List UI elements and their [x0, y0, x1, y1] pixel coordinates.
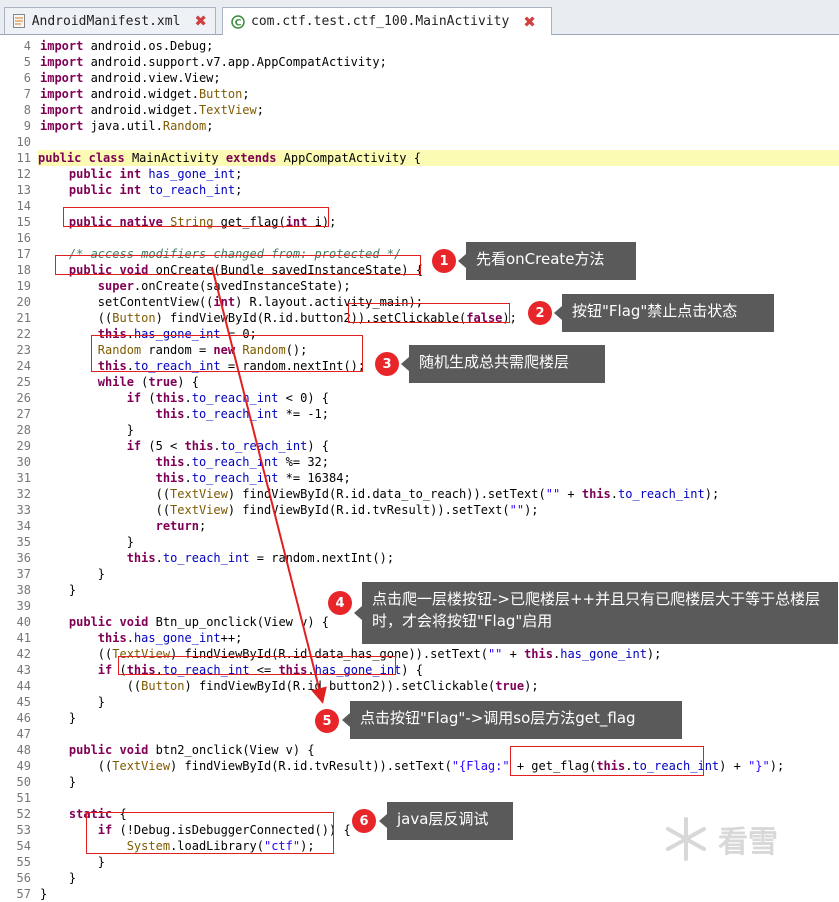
- tab-main-activity[interactable]: C com.ctf.test.ctf_100.MainActivity ✖: [222, 7, 552, 35]
- flow-arrow: [211, 266, 327, 704]
- xml-file-icon: [13, 14, 26, 28]
- close-icon[interactable]: ✖: [523, 13, 536, 31]
- close-icon[interactable]: ✖: [194, 12, 207, 30]
- annotation-badge-2: 2: [528, 301, 552, 325]
- annotation-badge-6: 6: [352, 809, 376, 833]
- annotation-note-1: 先看onCreate方法: [458, 242, 636, 280]
- watermark: 看雪: [662, 815, 778, 863]
- watermark-text: 看雪: [718, 825, 778, 860]
- editor-tab-bar: AndroidManifest.xml ✖ C com.ctf.test.ctf…: [0, 0, 839, 35]
- code-editor[interactable]: 4 import android.os.Debug; 5 import android…: [0, 35, 839, 901]
- annotation-note-2: 按钮"Flag"禁止点击状态: [554, 294, 774, 332]
- annotation-badge-1: 1: [432, 249, 456, 273]
- annotation-note-3: 随机生成总共需爬楼层: [401, 345, 605, 383]
- annotation-note-6: java层反调试: [379, 802, 513, 840]
- tab-label: com.ctf.test.ctf_100.MainActivity: [251, 14, 510, 29]
- annotation-badge-4: 4: [328, 591, 352, 615]
- svg-text:C: C: [235, 18, 242, 28]
- annotation-note-4: 点击爬一层楼按钮->已爬楼层++并且只有已爬楼层大于等于总楼层时，才会将按钮"F…: [354, 582, 838, 644]
- tab-android-manifest[interactable]: AndroidManifest.xml ✖: [4, 7, 216, 34]
- annotation-note-5: 点击按钮"Flag"->调用so层方法get_flag: [342, 701, 682, 739]
- annotation-badge-5: 5: [315, 709, 339, 733]
- annotation-badge-3: 3: [375, 352, 399, 376]
- snowflake-icon: [666, 817, 706, 861]
- java-class-icon: C: [231, 14, 245, 29]
- tab-label: AndroidManifest.xml: [31, 13, 181, 29]
